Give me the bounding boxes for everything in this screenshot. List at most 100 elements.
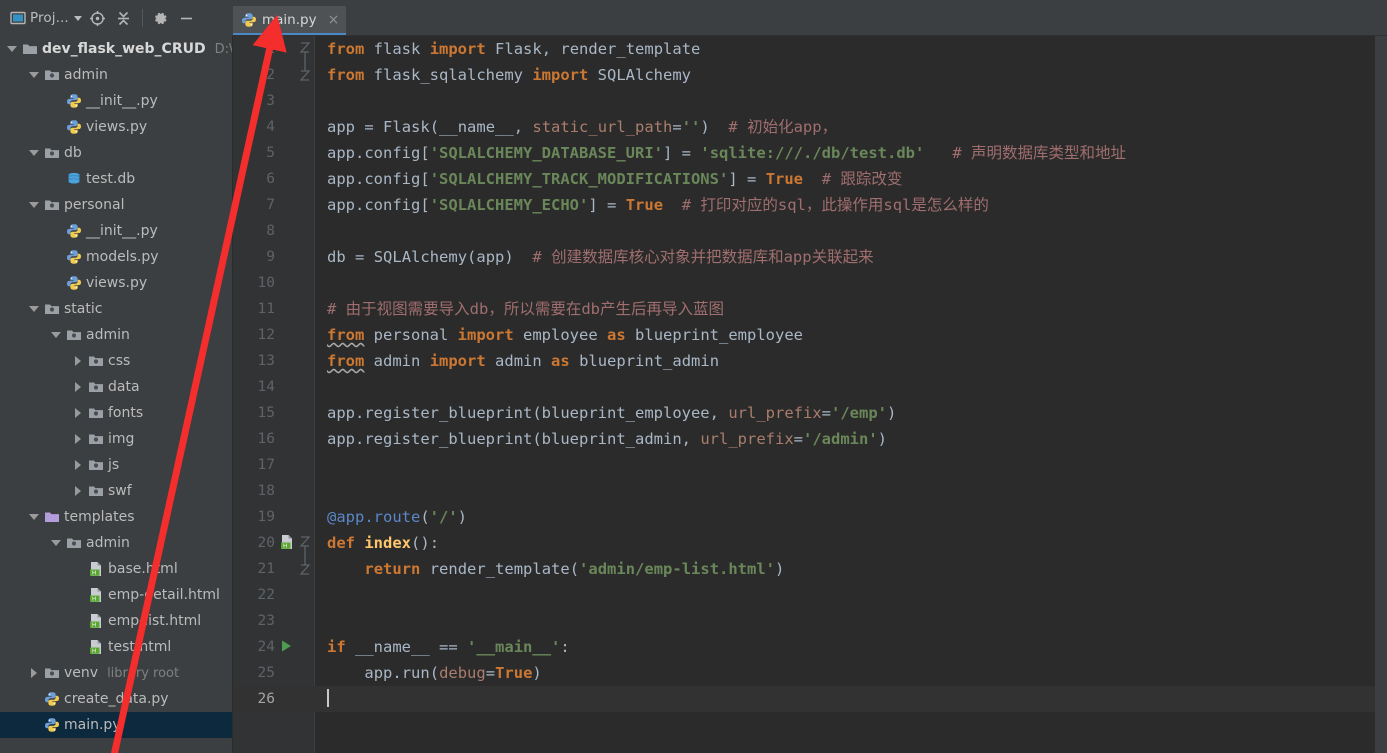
fold-marker-line-21[interactable] <box>299 556 313 582</box>
code-line-3[interactable] <box>327 88 1387 114</box>
code-line-22[interactable] <box>327 582 1387 608</box>
tree-row-templates[interactable]: templates <box>0 504 232 530</box>
tree-toggle-collapsed-icon[interactable] <box>72 407 84 419</box>
tree-row-admin[interactable]: admin <box>0 530 232 556</box>
code-line-16[interactable]: app.register_blueprint(blueprint_admin, … <box>327 426 1387 452</box>
tree-row-db[interactable]: db <box>0 140 232 166</box>
tab-main-py[interactable]: main.py × <box>233 6 347 36</box>
gutter-line-4[interactable]: 4 <box>233 114 315 140</box>
tree-toggle-expanded-icon[interactable] <box>28 199 40 211</box>
tree-toggle-expanded-icon[interactable] <box>6 43 18 55</box>
tree-row-css[interactable]: css <box>0 348 232 374</box>
gutter-line-12[interactable]: 12 <box>233 322 315 348</box>
code-editor[interactable]: 1 2 3 4 5 6 7 8 9 10 11 12 13 14 15 16 17 18 19 20 H 21 22 23 2… <box>233 36 1387 753</box>
code-line-4[interactable]: app = Flask(__name__, static_url_path=''… <box>327 114 1387 140</box>
code-line-20[interactable]: def index(): <box>327 530 1387 556</box>
code-content[interactable]: from flask import Flask, render_template… <box>315 36 1387 753</box>
code-line-9[interactable]: db = SQLAlchemy(app) # 创建数据库核心对象并把数据库和ap… <box>327 244 1387 270</box>
fold-marker-line-2[interactable] <box>299 62 313 88</box>
code-line-19[interactable]: @app.route('/') <box>327 504 1387 530</box>
tree-row-emp-list-html[interactable]: Hemp-list.html <box>0 608 232 634</box>
tree-toggle-expanded-icon[interactable] <box>28 147 40 159</box>
tree-row-admin[interactable]: admin <box>0 62 232 88</box>
tree-toggle-expanded-icon[interactable] <box>28 69 40 81</box>
code-line-13[interactable]: from admin import admin as blueprint_adm… <box>327 348 1387 374</box>
tree-row-static[interactable]: static <box>0 296 232 322</box>
tree-toggle-expanded-icon[interactable] <box>50 537 62 549</box>
tree-row-fonts[interactable]: fonts <box>0 400 232 426</box>
project-tree-pane[interactable]: dev_flask_web_CRUD D:\ admin __init__.py … <box>0 36 233 753</box>
tree-row--init-py[interactable]: __init__.py <box>0 218 232 244</box>
tree-row--init-py[interactable]: __init__.py <box>0 88 232 114</box>
gutter-line-17[interactable]: 17 <box>233 452 315 478</box>
code-line-8[interactable] <box>327 218 1387 244</box>
gutter-line-7[interactable]: 7 <box>233 192 315 218</box>
code-line-12[interactable]: from personal import employee as bluepri… <box>327 322 1387 348</box>
tree-toggle-expanded-icon[interactable] <box>28 303 40 315</box>
tree-toggle-expanded-icon[interactable] <box>50 329 62 341</box>
editor-gutter[interactable]: 1 2 3 4 5 6 7 8 9 10 11 12 13 14 15 16 17 18 19 20 H 21 22 23 2… <box>233 36 315 753</box>
tree-row-test-html[interactable]: Htest.html <box>0 634 232 660</box>
gutter-line-9[interactable]: 9 <box>233 244 315 270</box>
code-line-23[interactable] <box>327 608 1387 634</box>
locate-icon[interactable] <box>86 6 110 30</box>
code-line-18[interactable] <box>327 478 1387 504</box>
tree-row-dev-flask-web-crud[interactable]: dev_flask_web_CRUD D:\ <box>0 36 232 62</box>
gutter-line-10[interactable]: 10 <box>233 270 315 296</box>
fold-marker-line-20[interactable] <box>299 530 313 556</box>
code-line-5[interactable]: app.config['SQLALCHEMY_DATABASE_URI'] = … <box>327 140 1387 166</box>
code-line-11[interactable]: # 由于视图需要导入db，所以需要在db产生后再导入蓝图 <box>327 296 1387 322</box>
tree-toggle-collapsed-icon[interactable] <box>28 667 40 679</box>
editor-scrollbar[interactable] <box>1375 36 1387 753</box>
code-line-21[interactable]: return render_template('admin/emp-list.h… <box>327 556 1387 582</box>
gutter-line-14[interactable]: 14 <box>233 374 315 400</box>
close-icon[interactable]: × <box>328 13 340 27</box>
gutter-line-25[interactable]: 25 <box>233 660 315 686</box>
tree-toggle-collapsed-icon[interactable] <box>72 433 84 445</box>
tree-row-img[interactable]: img <box>0 426 232 452</box>
code-line-2[interactable]: from flask_sqlalchemy import SQLAlchemy <box>327 62 1387 88</box>
gutter-line-22[interactable]: 22 <box>233 582 315 608</box>
tree-toggle-collapsed-icon[interactable] <box>72 485 84 497</box>
run-arrow-icon[interactable] <box>279 638 297 656</box>
project-tool-window-title-button[interactable]: Proj... <box>8 8 84 28</box>
tree-row-venv[interactable]: venv library root <box>0 660 232 686</box>
gutter-line-1[interactable]: 1 <box>233 36 315 62</box>
gear-icon[interactable] <box>149 6 173 30</box>
code-line-26[interactable] <box>315 686 1387 712</box>
tree-row-views-py[interactable]: views.py <box>0 114 232 140</box>
gutter-line-20[interactable]: 20 H <box>233 530 315 556</box>
gutter-line-6[interactable]: 6 <box>233 166 315 192</box>
code-line-10[interactable] <box>327 270 1387 296</box>
gutter-line-5[interactable]: 5 <box>233 140 315 166</box>
tree-toggle-collapsed-icon[interactable] <box>72 381 84 393</box>
gutter-line-18[interactable]: 18 <box>233 478 315 504</box>
tree-row-models-py[interactable]: models.py <box>0 244 232 270</box>
code-line-6[interactable]: app.config['SQLALCHEMY_TRACK_MODIFICATIO… <box>327 166 1387 192</box>
gutter-line-26[interactable]: 26 <box>233 686 315 712</box>
tree-toggle-collapsed-icon[interactable] <box>72 459 84 471</box>
tree-row-js[interactable]: js <box>0 452 232 478</box>
tree-row-create-data-py[interactable]: create_data.py <box>0 686 232 712</box>
code-line-15[interactable]: app.register_blueprint(blueprint_employe… <box>327 400 1387 426</box>
tree-row-data[interactable]: data <box>0 374 232 400</box>
code-line-7[interactable]: app.config['SQLALCHEMY_ECHO'] = True # 打… <box>327 192 1387 218</box>
gutter-line-3[interactable]: 3 <box>233 88 315 114</box>
tree-row-personal[interactable]: personal <box>0 192 232 218</box>
code-line-1[interactable]: from flask import Flask, render_template <box>327 36 1387 62</box>
tree-toggle-collapsed-icon[interactable] <box>72 355 84 367</box>
collapse-all-icon[interactable] <box>112 6 136 30</box>
gutter-line-19[interactable]: 19 <box>233 504 315 530</box>
gutter-line-13[interactable]: 13 <box>233 348 315 374</box>
code-line-24[interactable]: if __name__ == '__main__': <box>327 634 1387 660</box>
gutter-line-11[interactable]: 11 <box>233 296 315 322</box>
gutter-line-24[interactable]: 24 <box>233 634 315 660</box>
tree-row-admin[interactable]: admin <box>0 322 232 348</box>
gutter-line-15[interactable]: 15 <box>233 400 315 426</box>
gutter-line-16[interactable]: 16 <box>233 426 315 452</box>
tree-row-base-html[interactable]: Hbase.html <box>0 556 232 582</box>
tree-row-test-db[interactable]: test.db <box>0 166 232 192</box>
tree-row-swf[interactable]: swf <box>0 478 232 504</box>
gutter-line-21[interactable]: 21 <box>233 556 315 582</box>
code-line-17[interactable] <box>327 452 1387 478</box>
